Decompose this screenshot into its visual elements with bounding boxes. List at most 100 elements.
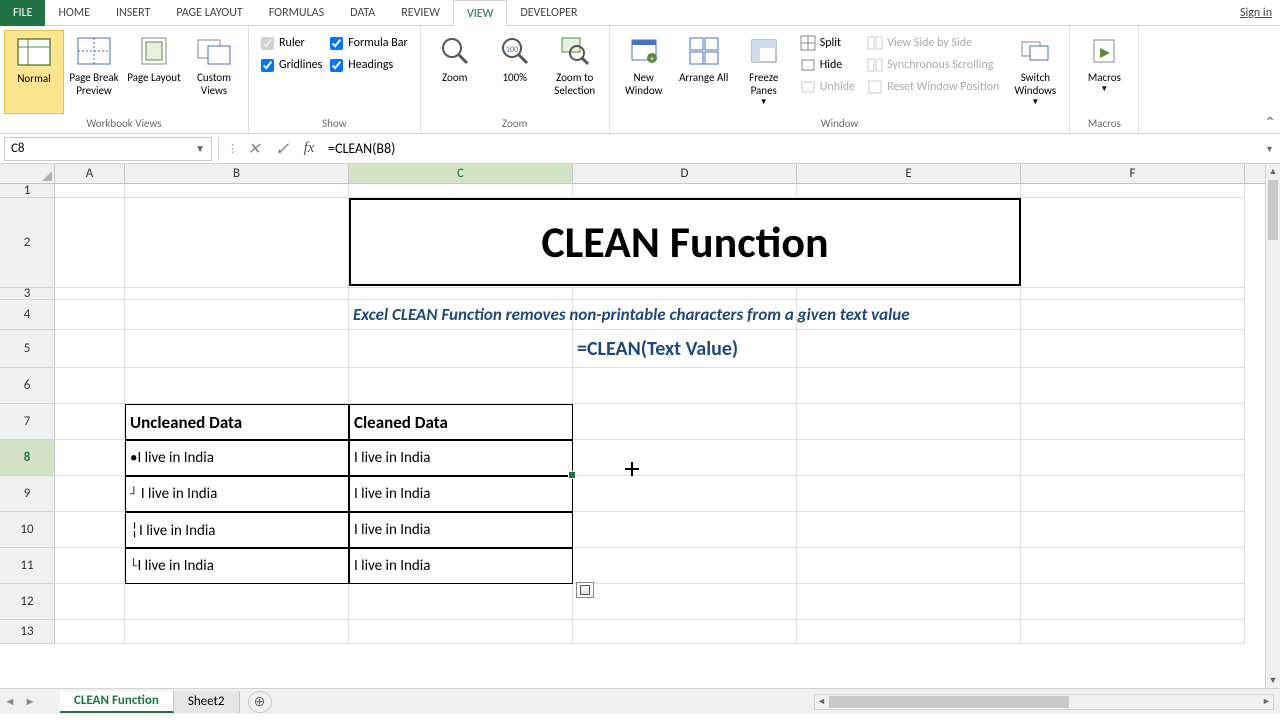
cell-E4[interactable] [797,300,1021,330]
zoom-button[interactable]: Zoom [425,30,485,114]
cell-E7[interactable] [797,404,1021,440]
cell-D5[interactable]: =CLEAN(Text Value) [573,330,797,368]
row-header-12[interactable]: 12 [0,584,55,620]
cell-D4[interactable] [573,300,797,330]
cell-D1[interactable] [573,184,797,198]
row-header-6[interactable]: 6 [0,368,55,404]
sheet-nav-prev[interactable]: ◄ [0,695,20,708]
cell-B8[interactable]: •I live in India [125,440,349,476]
page-break-button[interactable]: Page Break Preview [64,30,124,114]
cell-B4[interactable] [125,300,349,330]
cell-C3[interactable] [349,288,573,300]
reset-position-button[interactable]: Reset Window Position [861,76,1005,98]
sheet-tab-sheet2[interactable]: Sheet2 [174,691,240,713]
sign-in-link[interactable]: Sign in [1240,6,1272,20]
hscroll-thumb[interactable] [829,696,1069,708]
cell-A4[interactable] [55,300,125,330]
cell-F5[interactable] [1021,330,1245,368]
cell-F6[interactable] [1021,368,1245,404]
cell-D6[interactable] [573,368,797,404]
cell-F7[interactable] [1021,404,1245,440]
cell-B2[interactable] [125,198,349,288]
headings-checkbox[interactable]: Headings [326,54,411,76]
cell-B10[interactable]: ╎I live in India [125,512,349,548]
autofill-options-button[interactable] [576,582,594,598]
row-header-3[interactable]: 3 [0,288,55,300]
cell-D12[interactable] [573,584,797,620]
cell-F10[interactable] [1021,512,1245,548]
zoom-100-button[interactable]: 100 100% [485,30,545,114]
worksheet-grid[interactable]: A B C D E F 1234Excel CLEAN Function rem… [0,164,1280,688]
confirm-formula-button[interactable]: ✓ [268,137,296,161]
horizontal-scrollbar[interactable]: ◄ ► [814,694,1274,710]
hide-button[interactable]: Hide [794,54,861,76]
name-box[interactable]: C8 ▼ [4,137,212,161]
col-header-a[interactable]: A [55,164,125,183]
row-header-4[interactable]: 4 [0,300,55,330]
row-header-10[interactable]: 10 [0,512,55,548]
row-header-11[interactable]: 11 [0,548,55,584]
freeze-panes-button[interactable]: Freeze Panes▼ [734,30,794,114]
tab-file[interactable]: FILE [0,0,45,26]
cell-C4[interactable]: Excel CLEAN Function removes non-printab… [349,300,573,330]
cell-F4[interactable] [1021,300,1245,330]
cell-B1[interactable] [125,184,349,198]
cell-E5[interactable] [797,330,1021,368]
cell-C11[interactable]: I live in India [349,548,573,584]
col-header-c[interactable]: C [349,164,573,183]
cell-A10[interactable] [55,512,125,548]
cancel-formula-button[interactable]: ✕ [240,137,268,161]
name-box-dropdown-icon[interactable]: ▼ [195,142,205,155]
tab-insert[interactable]: INSERT [103,0,163,26]
cell-D10[interactable] [573,512,797,548]
cell-E10[interactable] [797,512,1021,548]
hscroll-right-icon[interactable]: ► [1260,695,1273,709]
row-header-1[interactable]: 1 [0,184,55,198]
cell-F12[interactable] [1021,584,1245,620]
side-by-side-button[interactable]: View Side by Side [861,32,1005,54]
tab-developer[interactable]: DEVELOPER [507,0,590,26]
cell-F1[interactable] [1021,184,1245,198]
cell-C6[interactable] [349,368,573,404]
cell-A6[interactable] [55,368,125,404]
cell-C5[interactable] [349,330,573,368]
cell-A12[interactable] [55,584,125,620]
cell-E13[interactable] [797,620,1021,644]
select-all-corner[interactable] [0,164,55,183]
normal-view-button[interactable]: Normal [4,30,64,114]
ruler-checkbox[interactable]: Ruler [257,32,326,54]
cell-F11[interactable] [1021,548,1245,584]
cell-B12[interactable] [125,584,349,620]
formula-expand-button[interactable]: ▾ [1263,142,1276,155]
cell-A7[interactable] [55,404,125,440]
cell-B13[interactable] [125,620,349,644]
cell-D13[interactable] [573,620,797,644]
cell-F2[interactable] [1021,198,1245,288]
cell-C13[interactable] [349,620,573,644]
cell-F9[interactable] [1021,476,1245,512]
col-header-e[interactable]: E [797,164,1021,183]
zoom-selection-button[interactable]: Zoom to Selection [545,30,605,114]
cell-F3[interactable] [1021,288,1245,300]
tab-page-layout[interactable]: PAGE LAYOUT [163,0,255,26]
add-sheet-button[interactable]: ⊕ [248,691,272,713]
title-box[interactable]: CLEAN Function [349,198,1021,286]
row-header-13[interactable]: 13 [0,620,55,644]
row-header-7[interactable]: 7 [0,404,55,440]
cell-C1[interactable] [349,184,573,198]
formula-bar-checkbox[interactable]: Formula Bar [326,32,411,54]
formula-input[interactable] [322,137,1263,161]
row-header-2[interactable]: 2 [0,198,55,288]
fx-icon[interactable]: fx [296,140,322,157]
cell-A9[interactable] [55,476,125,512]
sync-scroll-button[interactable]: Synchronous Scrolling [861,54,1005,76]
cell-D3[interactable] [573,288,797,300]
cell-E8[interactable] [797,440,1021,476]
cell-E3[interactable] [797,288,1021,300]
cell-C7[interactable]: Cleaned Data [349,404,573,440]
tab-view[interactable]: VIEW [453,0,507,26]
page-layout-button[interactable]: Page Layout [124,30,184,114]
cell-A11[interactable] [55,548,125,584]
scroll-up-icon[interactable]: ▲ [1266,164,1280,179]
cell-E9[interactable] [797,476,1021,512]
